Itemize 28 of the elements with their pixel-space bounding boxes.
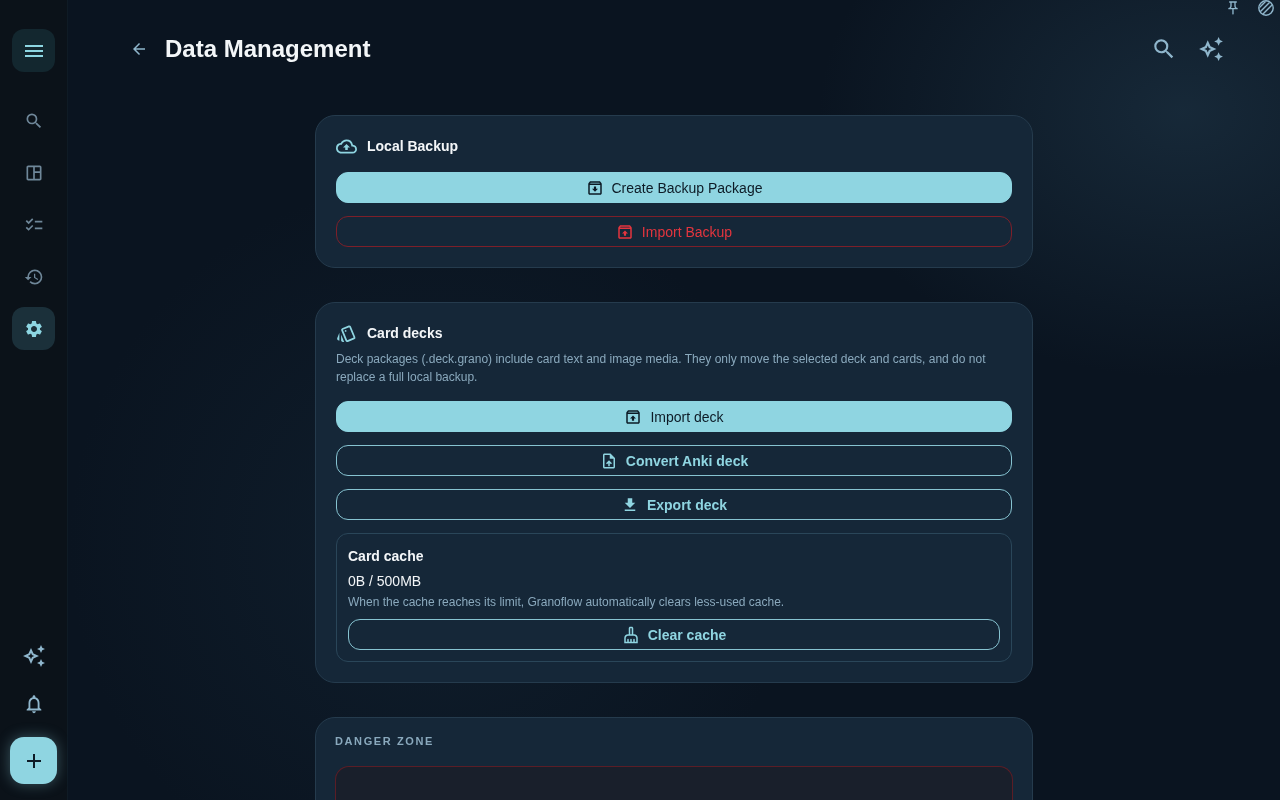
cache-title: Card cache (348, 547, 425, 566)
section-label: DANGER ZONE (335, 734, 435, 748)
settings-icon (23, 318, 44, 339)
primary-button[interactable]: Create Backup Package (336, 172, 1012, 203)
cards-icon (336, 322, 357, 344)
page-title: Data Management (165, 35, 371, 63)
sidebar-item[interactable] (12, 307, 55, 350)
section-title: Local Backup (367, 138, 459, 154)
section-title: Card decks (367, 325, 443, 341)
section-description: Deck packages (.deck.grano) include card text and image media. They only move the selected deck and cards, and do not replace a full local backup. (336, 351, 987, 386)
striped-circle-icon[interactable] (1258, 0, 1274, 16)
cache-note: When the cache reaches its limit, Granoflow automatically clears less-used cache. (348, 594, 786, 610)
box-down-arrow-icon (585, 178, 604, 197)
brush-icon (621, 625, 640, 644)
primary-button[interactable]: Import deck (336, 401, 1012, 432)
outline-button[interactable]: Clear cache (348, 619, 1000, 650)
add-button[interactable] (10, 737, 57, 784)
box-up-arrow-icon (615, 222, 634, 241)
outline-button[interactable]: Convert Anki deck (336, 445, 1012, 476)
box-up-arrow-icon (624, 407, 643, 426)
pin-icon[interactable] (1225, 0, 1241, 16)
menu-button[interactable] (12, 29, 55, 72)
sparkles-icon (21, 643, 46, 668)
danger-outline-button[interactable]: Import Backup (336, 216, 1012, 247)
outline-button[interactable]: Export deck (336, 489, 1012, 520)
sparkles-button[interactable] (1198, 36, 1224, 62)
sparkles-icon (1198, 36, 1224, 62)
cache-usage: 0B / 500MB (348, 572, 423, 591)
